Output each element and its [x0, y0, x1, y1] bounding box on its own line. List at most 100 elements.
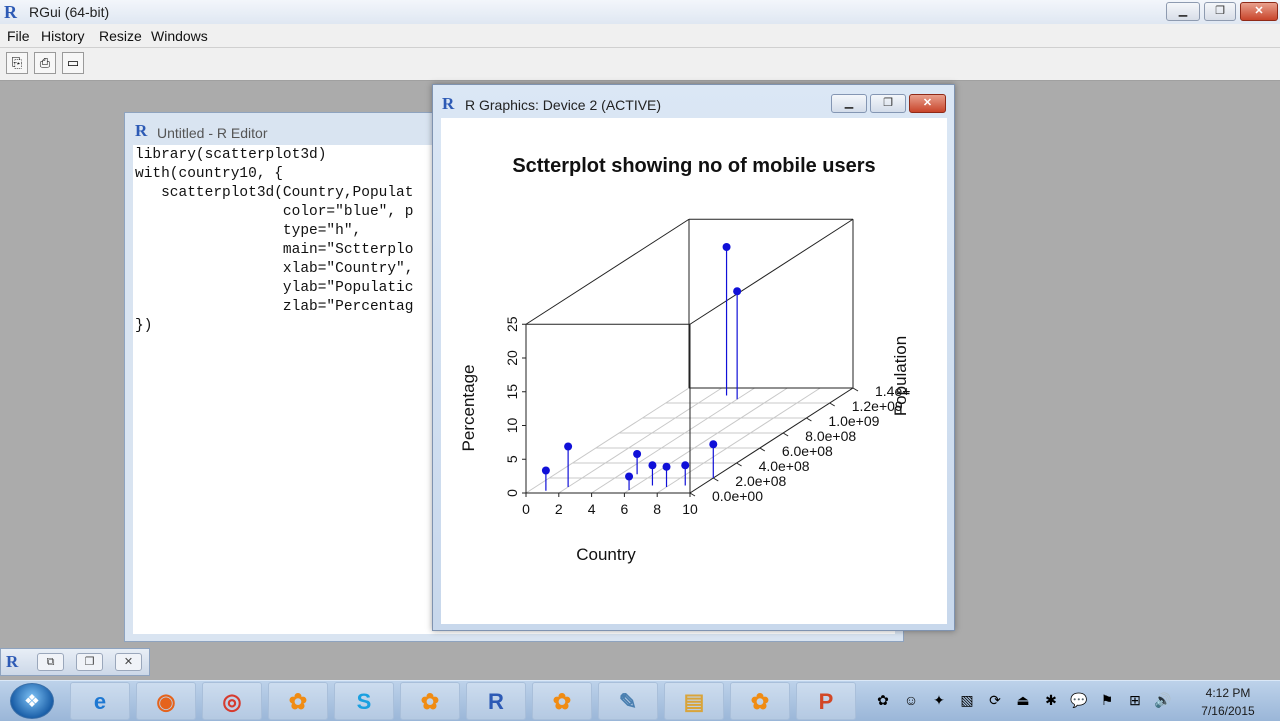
box-edge [525, 218, 690, 325]
menu-resize[interactable]: Resize [99, 28, 142, 44]
y-tick-label: 2.0e+08 [735, 473, 786, 489]
firefox-icon[interactable]: ◉ [136, 682, 196, 720]
menu-windows[interactable]: Windows [151, 28, 208, 44]
data-point [648, 461, 657, 470]
graphics-device-window: R R Graphics: Device 2 (ACTIVE) ▁ ❐ ✕ Sc… [432, 84, 955, 631]
z-tick-label: 0 [504, 489, 520, 497]
x-tick-label: 2 [555, 501, 563, 517]
data-point [733, 287, 742, 296]
minimize-button[interactable]: ▁ [1166, 2, 1200, 21]
y-tick-label: 0.0e+00 [712, 488, 763, 504]
flower-tray-icon[interactable]: ✿ [874, 692, 892, 709]
data-point [662, 462, 671, 471]
rgui-title: RGui (64-bit) [29, 4, 110, 20]
notepad-icon[interactable]: ✎ [598, 682, 658, 720]
y-tick [852, 387, 859, 392]
close-button[interactable]: ✕ [1240, 2, 1278, 21]
folder-icon[interactable]: ▤ [664, 682, 724, 720]
print-icon[interactable]: ⎙ [34, 52, 56, 74]
volume-tray-icon[interactable]: 🔊 [1154, 692, 1172, 709]
restore-up-button[interactable]: ⧉ [37, 653, 64, 671]
x-tick-label: 4 [588, 501, 596, 517]
restore-button[interactable]: ❐ [870, 94, 906, 113]
data-point [541, 466, 550, 475]
minimized-window[interactable]: R ⧉ ❐ ✕ [0, 648, 150, 676]
r-logo-icon: R [135, 121, 148, 140]
internet-explorer-icon[interactable]: e [70, 682, 130, 720]
r-logo-icon: R [6, 652, 19, 671]
editor-title: Untitled - R Editor [157, 125, 268, 141]
clock-time: 4:12 PM [1205, 686, 1251, 700]
y-tick [713, 477, 719, 482]
taskbar: ❖ e ◉ ◎ ✿ S ✿ R ✿ ✎ ▤ ✿ P ✿ ☺ ✦ ▧ ⟳ ⏏ ✱ 💬 ⚑ ⊞ 🔊 4:12 PM 7/16/… [0, 680, 1280, 721]
restore-button[interactable]: ❐ [1204, 2, 1236, 21]
document-tray-icon[interactable]: ▧ [958, 692, 976, 709]
y-tick [689, 492, 696, 497]
y-tick [806, 417, 812, 422]
grid-line [558, 387, 723, 494]
x-tick-label: 10 [682, 501, 698, 517]
z-tick-label: 20 [504, 350, 520, 366]
y-tick-label: 1.2e+09 [852, 398, 903, 414]
flower-app-icon[interactable]: ✿ [532, 682, 592, 720]
flower-app-icon[interactable]: ✿ [268, 682, 328, 720]
z-tick-label: 5 [504, 455, 520, 463]
copy-icon[interactable]: ⎘ [6, 52, 28, 74]
chart-title: Sctterplot showing no of mobile users [512, 155, 875, 177]
x-tick-label: 6 [621, 501, 629, 517]
usb-tray-icon[interactable]: ⏏ [1014, 692, 1032, 709]
window-icon[interactable]: ▭ [62, 52, 84, 74]
y-tick-label: 1.4e+ [875, 383, 910, 399]
app-tray-icon[interactable]: ✦ [930, 692, 948, 709]
network-tray-icon[interactable]: ⊞ [1126, 692, 1144, 709]
clock[interactable]: 4:12 PM 7/16/2015 [1190, 684, 1266, 720]
start-button[interactable]: ❖ [10, 683, 54, 719]
box-edge [689, 218, 854, 325]
powerpoint-icon[interactable]: P [796, 682, 856, 720]
graphics-titlebar: R R Graphics: Device 2 (ACTIVE) ▁ ❐ ✕ [433, 85, 954, 117]
chrome-icon[interactable]: ◎ [202, 682, 262, 720]
chat-tray-icon[interactable]: 💬 [1070, 692, 1088, 709]
x-axis-label: Country [576, 545, 636, 564]
grid-line [591, 387, 755, 494]
x-tick-label: 8 [653, 501, 661, 517]
y-tick [759, 447, 766, 452]
close-button[interactable]: ✕ [909, 94, 946, 113]
clock-date: 7/16/2015 [1201, 704, 1255, 718]
smiley-tray-icon[interactable]: ☺ [902, 692, 920, 708]
y-tick [736, 462, 742, 467]
y-tick [829, 402, 835, 407]
data-point [709, 440, 718, 449]
menu-history[interactable]: History [41, 28, 85, 44]
data-point [564, 442, 573, 451]
skype-icon[interactable]: S [334, 682, 394, 720]
y-tick-label: 4.0e+08 [759, 458, 810, 474]
minimize-button[interactable]: ▁ [831, 94, 867, 113]
r-icon[interactable]: R [466, 682, 526, 720]
grid-line [525, 387, 690, 494]
flower-app-icon[interactable]: ✿ [730, 682, 790, 720]
z-axis-label: Percentage [459, 365, 478, 452]
close-button[interactable]: ✕ [115, 653, 142, 671]
z-tick-label: 15 [504, 384, 520, 400]
z-tick-label: 25 [504, 316, 520, 332]
menu-file[interactable]: File [7, 28, 30, 44]
toolbar: ⎘ ⎙ ▭ [0, 48, 1280, 81]
graphics-title: R Graphics: Device 2 (ACTIVE) [465, 97, 662, 113]
menu-bar: File History Resize Windows [0, 24, 1280, 48]
data-point [722, 243, 731, 251]
app-tray-icon[interactable]: ✱ [1042, 692, 1060, 709]
y-tick-label: 6.0e+08 [782, 443, 833, 459]
z-tick-label: 10 [504, 418, 520, 434]
y-tick-label: 1.0e+09 [828, 413, 879, 429]
data-point [633, 450, 642, 458]
y-tick [782, 432, 789, 437]
maximize-button[interactable]: ❐ [76, 653, 103, 671]
flower-app-icon[interactable]: ✿ [400, 682, 460, 720]
x-tick-label: 0 [522, 501, 530, 517]
refresh-tray-icon[interactable]: ⟳ [986, 692, 1004, 709]
flag-tray-icon[interactable]: ⚑ [1098, 692, 1116, 709]
r-logo-icon: R [4, 2, 17, 22]
scatterplot-3d: Sctterplot showing no of mobile users Co… [459, 155, 910, 564]
r-logo-icon: R [442, 94, 455, 113]
